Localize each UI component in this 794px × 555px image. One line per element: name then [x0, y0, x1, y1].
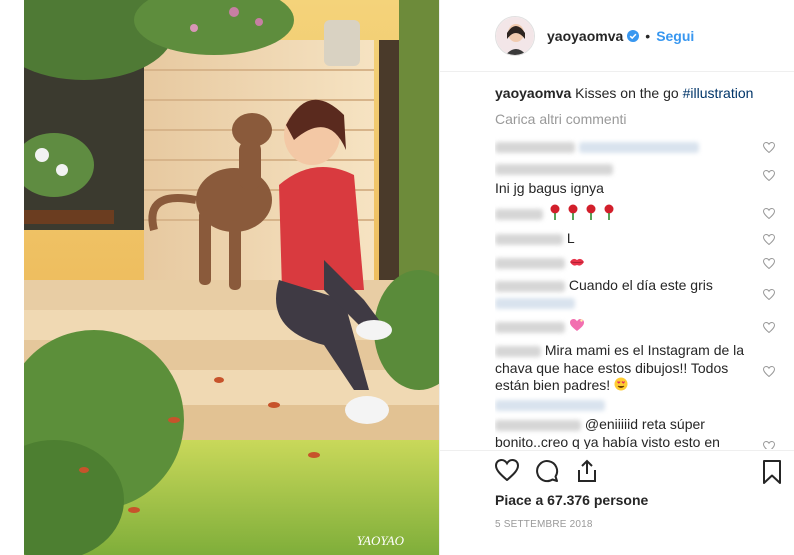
comment-text — [495, 318, 745, 336]
post-actions: Piace a 67.376 persone 5 SETTEMBRE 2018 — [440, 450, 794, 555]
blurred-username — [495, 345, 541, 357]
bookmark-icon[interactable] — [762, 460, 782, 487]
heart-icon[interactable] — [494, 458, 520, 486]
caption-username[interactable]: yaoyaomva — [495, 85, 571, 101]
caption-hashtag[interactable]: #illustration — [683, 85, 754, 101]
rose-emoji-icon — [547, 204, 619, 224]
comment-like-heart-icon[interactable] — [762, 256, 776, 272]
comment-like-heart-icon[interactable] — [762, 439, 776, 449]
load-more-comments-button[interactable]: Carica altri commenti — [495, 111, 785, 129]
comment-like-heart-icon[interactable] — [762, 140, 776, 156]
comment-text — [495, 204, 745, 224]
comment-text — [495, 138, 745, 155]
comment-like-heart-icon[interactable] — [762, 206, 776, 222]
blurred-mention — [495, 298, 575, 309]
comment-body: Ini jg bagus ignya — [495, 180, 604, 196]
share-icon[interactable] — [575, 459, 599, 486]
blurred-username — [495, 233, 563, 245]
heart-eyes-emoji-icon — [614, 377, 628, 396]
comment-text: L — [495, 230, 745, 247]
action-icons-row — [494, 458, 599, 486]
comment-text: @eniiiiid reta súper bonito..creo q ya h… — [495, 415, 745, 449]
likes-count[interactable]: Piace a 67.376 persone — [495, 492, 648, 508]
post-header: yaoyaomva • Segui — [440, 0, 794, 72]
comment-item — [495, 254, 785, 272]
comment-item: @eniiiiid reta súper bonito..creo q ya h… — [495, 415, 785, 449]
comment-like-heart-icon[interactable] — [762, 287, 776, 303]
comment-like-heart-icon[interactable] — [762, 168, 776, 184]
blurred-username — [495, 257, 565, 269]
comment-item — [495, 204, 785, 224]
comment-item: Cuando el día este gris — [495, 277, 785, 313]
blurred-username — [495, 141, 575, 153]
post-caption: yaoyaomva Kisses on the go #illustration — [495, 84, 785, 102]
avatar[interactable] — [495, 15, 535, 56]
artist-signature: YAOYAO — [357, 533, 405, 548]
comment-text: Mira mami es el Instagram de la chava qu… — [495, 342, 745, 411]
comment-like-heart-icon[interactable] — [762, 320, 776, 336]
caption-text: Kisses on the go — [575, 85, 679, 101]
comment-like-heart-icon[interactable] — [762, 232, 776, 248]
blurred-username — [495, 280, 565, 292]
comment-item — [495, 318, 785, 336]
comment-item: Mira mami es el Instagram de la chava qu… — [495, 342, 785, 412]
comment-like-heart-icon[interactable] — [762, 364, 776, 380]
sparkling-heart-emoji-icon — [569, 318, 585, 336]
comment-item: L — [495, 230, 785, 248]
blurred-username — [495, 208, 543, 220]
left-margin — [0, 0, 24, 555]
comment-text: Ini jg bagus ignya — [495, 162, 745, 197]
comment-item — [495, 138, 785, 156]
separator-dot: • — [645, 27, 651, 44]
blurred-mention — [578, 141, 699, 153]
post-image[interactable]: YAOYAO — [24, 0, 439, 555]
blurred-username — [495, 164, 613, 175]
illustration-dog-kiss: YAOYAO — [24, 0, 439, 555]
comment-body: L — [566, 230, 575, 246]
post-date[interactable]: 5 SETTEMBRE 2018 — [495, 519, 593, 530]
blurred-username — [495, 321, 565, 333]
comments-list: yaoyaomva Kisses on the go #illustration… — [495, 84, 785, 449]
comment-bubble-icon[interactable] — [535, 459, 559, 486]
header-username[interactable]: yaoyaomva — [547, 28, 623, 44]
kiss-mark-emoji-icon — [569, 255, 585, 272]
post-side-panel: yaoyaomva • Segui yaoyaomva Kisses on th… — [439, 0, 794, 555]
comment-body: Cuando el día este gris — [568, 277, 713, 293]
verified-badge-icon — [627, 29, 640, 42]
blurred-username — [495, 419, 581, 431]
comment-text — [495, 254, 745, 272]
comment-item: Ini jg bagus ignya — [495, 162, 785, 196]
comment-text: Cuando el día este gris — [495, 277, 745, 309]
follow-button[interactable]: Segui — [656, 28, 694, 44]
blurred-mention — [495, 399, 605, 411]
